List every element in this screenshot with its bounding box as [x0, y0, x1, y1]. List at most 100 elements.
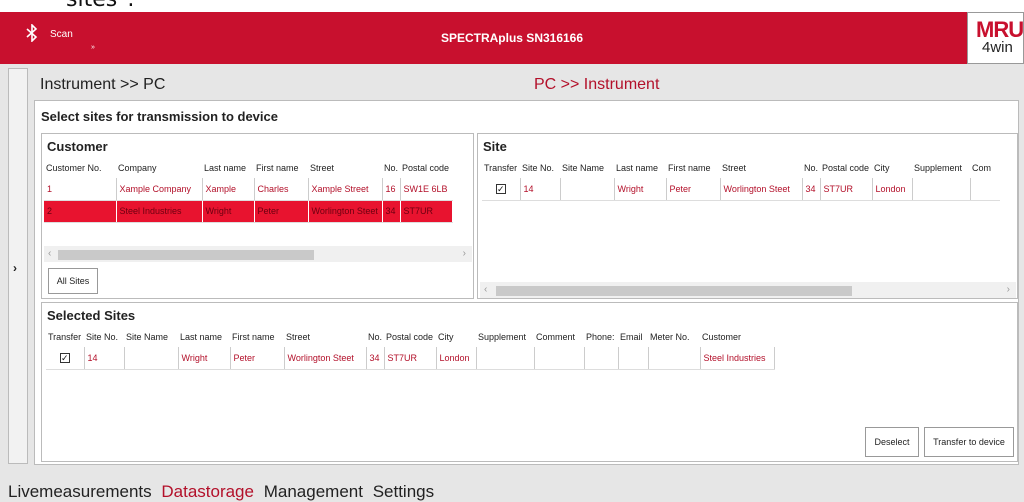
column-header[interactable]: City	[872, 158, 912, 178]
table-cell: Wright	[178, 347, 231, 370]
column-header[interactable]: First name	[230, 327, 284, 347]
column-header[interactable]: First name	[666, 158, 720, 178]
table-cell: 34	[802, 178, 821, 201]
column-header[interactable]: Supplement	[476, 327, 534, 347]
table-row[interactable]: 1 Xample Company Xample Charles Xample S…	[44, 178, 453, 201]
column-header[interactable]: First name	[254, 158, 308, 178]
scroll-left-icon[interactable]: ‹	[48, 248, 51, 259]
side-expand-tab[interactable]: ›	[8, 68, 28, 464]
customer-title: Customer	[47, 139, 108, 154]
column-header[interactable]: Customer No.	[44, 158, 116, 178]
nav-pc-to-instrument[interactable]: PC >> Instrument	[534, 76, 659, 94]
menu-settings[interactable]: Settings	[373, 482, 434, 501]
column-header[interactable]: Street	[308, 158, 382, 178]
table-row[interactable]: ✓ 14 Wright Peter Worlington Steet 34 ST…	[482, 178, 1001, 201]
table-cell: 14	[520, 178, 561, 201]
column-header[interactable]: Street	[284, 327, 366, 347]
scroll-thumb[interactable]	[58, 250, 314, 260]
table-cell: ST7UR	[400, 200, 453, 223]
column-header[interactable]: Postal code	[820, 158, 872, 178]
table-row[interactable]: ✓ 14 Wright Peter Worlington Steet 34 ST…	[46, 347, 775, 370]
table-cell	[648, 347, 701, 370]
selected-sites-panel: Selected Sites Transfer Site No. Site Na…	[41, 302, 1018, 462]
column-header[interactable]: Company	[116, 158, 202, 178]
customer-horizontal-scrollbar[interactable]: ‹ ›	[44, 246, 472, 262]
column-header[interactable]: Site No.	[520, 158, 560, 178]
table-cell	[912, 178, 971, 201]
table-header: Customer No. Company Last name First nam…	[44, 158, 452, 178]
all-sites-button[interactable]: All Sites	[48, 268, 98, 294]
column-header[interactable]: Phone:	[584, 327, 618, 347]
transfer-checkbox[interactable]: ✓	[59, 352, 70, 363]
table-cell	[560, 178, 615, 201]
menu-datastorage[interactable]: Datastorage	[161, 482, 254, 501]
column-header[interactable]: Supplement	[912, 158, 970, 178]
column-header[interactable]: No.	[382, 158, 400, 178]
column-header[interactable]: Com	[970, 158, 1000, 178]
column-header[interactable]: Postal code	[400, 158, 452, 178]
table-cell: Steel Industries	[116, 200, 203, 223]
transfer-checkbox[interactable]: ✓	[495, 183, 506, 194]
table-cell: 14	[84, 347, 125, 370]
app-title: SPECTRAplus SN316166	[440, 31, 584, 45]
column-header[interactable]: Transfer	[46, 327, 84, 347]
site-table: Transfer Site No. Site Name Last name Fi…	[482, 158, 1001, 201]
transfer-cell[interactable]: ✓	[482, 178, 521, 201]
panel-title: Select sites for transmission to device	[41, 109, 278, 124]
table-cell: 34	[366, 347, 385, 370]
table-cell	[970, 178, 1001, 201]
site-panel: Site Transfer Site No. Site Name Last na…	[477, 133, 1018, 299]
table-cell	[124, 347, 179, 370]
table-cell: Wright	[614, 178, 667, 201]
transfer-to-device-button[interactable]: Transfer to device	[924, 427, 1014, 457]
column-header[interactable]: Street	[720, 158, 802, 178]
transfer-cell[interactable]: ✓	[46, 347, 85, 370]
column-header[interactable]: Site No.	[84, 327, 124, 347]
table-cell: Worlington Steet	[720, 178, 803, 201]
column-header[interactable]: Meter No.	[648, 327, 700, 347]
table-cell: London	[436, 347, 477, 370]
selected-sites-table: Transfer Site No. Site Name Last name Fi…	[46, 327, 775, 370]
table-cell	[618, 347, 649, 370]
deselect-button[interactable]: Deselect	[865, 427, 919, 457]
column-header[interactable]: Transfer	[482, 158, 520, 178]
scroll-thumb[interactable]	[496, 286, 852, 296]
menu-management[interactable]: Management	[264, 482, 363, 501]
table-cell: Worlington Steet	[308, 200, 383, 223]
table-cell: ST7UR	[820, 178, 873, 201]
column-header[interactable]: No.	[366, 327, 384, 347]
nav-instrument-to-pc[interactable]: Instrument >> PC	[40, 76, 165, 94]
table-cell: Peter	[666, 178, 721, 201]
site-title: Site	[483, 139, 507, 154]
table-cell: Peter	[230, 347, 285, 370]
column-header[interactable]: Last name	[178, 327, 230, 347]
column-header[interactable]: Site Name	[124, 327, 178, 347]
column-header[interactable]: Site Name	[560, 158, 614, 178]
table-row-selected[interactable]: 2 Steel Industries Wright Peter Worlingt…	[44, 200, 453, 223]
table-cell	[534, 347, 585, 370]
table-header: Transfer Site No. Site Name Last name Fi…	[482, 158, 1000, 178]
table-header: Transfer Site No. Site Name Last name Fi…	[46, 327, 774, 347]
scroll-right-icon[interactable]: ›	[463, 248, 466, 259]
scroll-right-icon[interactable]: ›	[1007, 284, 1010, 295]
column-header[interactable]: City	[436, 327, 476, 347]
column-header[interactable]: No.	[802, 158, 820, 178]
table-cell: Steel Industries	[700, 347, 775, 370]
table-cell: 16	[382, 178, 401, 201]
column-header[interactable]: Last name	[614, 158, 666, 178]
chevron-right-icon: ›	[13, 261, 17, 275]
site-horizontal-scrollbar[interactable]: ‹ ›	[480, 282, 1016, 298]
scroll-left-icon[interactable]: ‹	[484, 284, 487, 295]
chevron-icon[interactable]: »	[91, 44, 95, 51]
table-cell: Wright	[202, 200, 255, 223]
column-header[interactable]: Postal code	[384, 327, 436, 347]
column-header[interactable]: Last name	[202, 158, 254, 178]
column-header[interactable]: Comment	[534, 327, 584, 347]
column-header[interactable]: Email	[618, 327, 648, 347]
mru-logo: MRU 4win	[967, 12, 1024, 64]
table-cell: Charles	[254, 178, 309, 201]
column-header[interactable]: Customer	[700, 327, 774, 347]
customer-table: Customer No. Company Last name First nam…	[44, 158, 453, 223]
table-cell: 2	[44, 200, 117, 223]
menu-livemeasurements[interactable]: Livemeasurements	[8, 482, 152, 501]
